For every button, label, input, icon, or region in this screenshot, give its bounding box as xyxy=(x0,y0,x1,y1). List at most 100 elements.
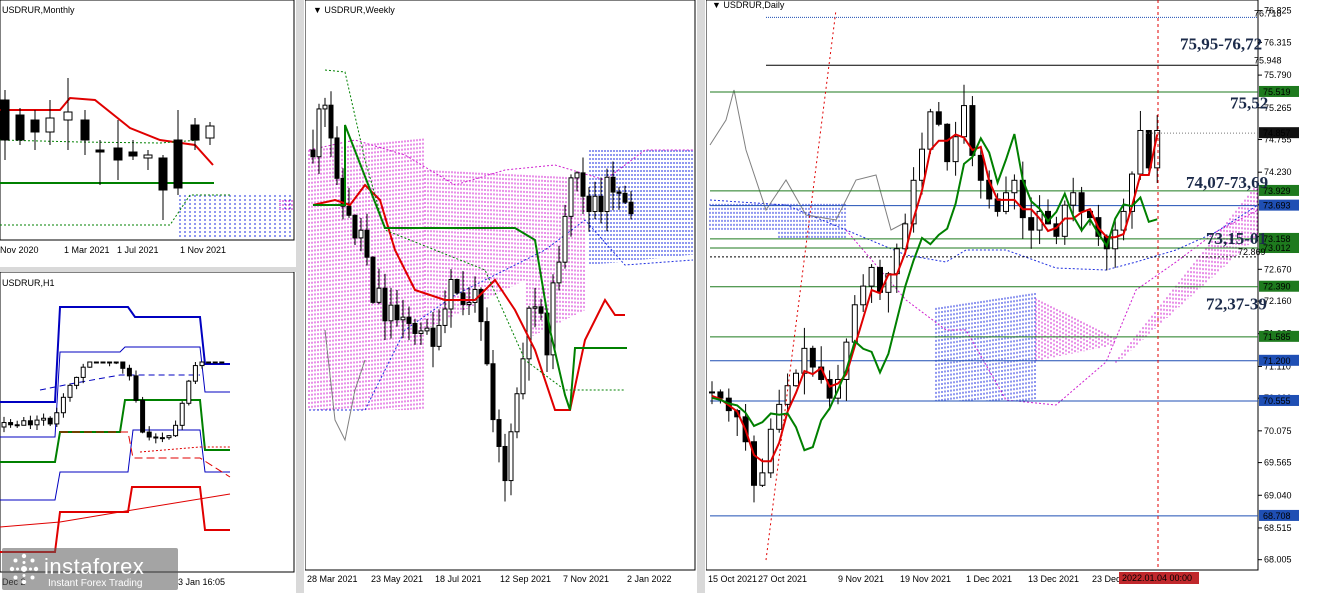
h1-chart-title: USDRUR,H1 xyxy=(2,278,55,288)
monthly-candle xyxy=(63,111,73,121)
monthly-candle xyxy=(205,125,215,139)
daily-price-box-label-73.693: 73.693 xyxy=(1263,201,1291,211)
h1-candle xyxy=(166,435,172,439)
weekly-candle xyxy=(430,327,436,347)
daily-candle xyxy=(1070,192,1077,206)
instaforex-logo-icon xyxy=(9,553,39,585)
daily-candle xyxy=(784,385,791,405)
daily-x-label: 15 Oct 2021 xyxy=(708,574,757,584)
monthly-candle xyxy=(113,147,123,161)
weekly-candle xyxy=(496,419,502,447)
weekly-chart-title-text: USDRUR,Weekly xyxy=(324,5,395,15)
h1-candle xyxy=(1,422,7,428)
daily-candle xyxy=(977,154,984,181)
weekly-candle xyxy=(406,316,412,324)
h1-candle xyxy=(120,361,126,369)
daily-candle xyxy=(1078,192,1085,212)
daily-candle xyxy=(793,372,799,387)
h1-candle xyxy=(126,367,132,377)
weekly-candle xyxy=(604,176,610,213)
h1-candle xyxy=(146,431,152,438)
weekly-candle xyxy=(352,214,358,239)
daily-price-box-label-74.857: 74.857 xyxy=(1263,128,1291,138)
daily-x-label: 23 Dec xyxy=(1092,574,1121,584)
weekly-candle xyxy=(484,321,490,365)
weekly-candle xyxy=(562,215,568,263)
daily-chart-panel[interactable]: 76.82576.31575.79075.26574.75574.23073.7… xyxy=(706,0,1323,593)
monthly-candle xyxy=(143,154,153,159)
h1-candle xyxy=(212,361,218,364)
daily-candle xyxy=(1003,192,1009,212)
weekly-candle xyxy=(592,195,598,213)
weekly-candle xyxy=(322,104,328,110)
weekly-candle xyxy=(382,287,388,322)
weekly-candle xyxy=(412,322,418,334)
monthly-chart-panel[interactable]: Nov 2020 1 Mar 2021 1 Jul 2021 1 Nov 2021 U… xyxy=(0,0,295,267)
instaforex-logo-text: instaforex xyxy=(44,554,145,579)
monthly-x-label: 1 Nov 2021 xyxy=(180,245,226,255)
weekly-chart: 28 Mar 2021 23 May 2021 18 Jul 2021 12 Sep … xyxy=(305,0,696,584)
daily-candle xyxy=(919,148,925,181)
weekly-candle xyxy=(376,287,382,303)
weekly-candle xyxy=(598,195,604,213)
monthly-candle xyxy=(45,117,55,133)
h1-candle xyxy=(179,402,185,426)
daily-price-box-label-71.200: 71.200 xyxy=(1263,356,1291,366)
daily-candle xyxy=(935,111,942,125)
daily-x-label: 27 Oct 2021 xyxy=(758,574,807,584)
daily-x-label: 19 Nov 2021 xyxy=(900,574,951,584)
weekly-candle xyxy=(502,445,508,482)
weekly-x-label: 7 Nov 2021 xyxy=(563,574,609,584)
daily-price-box-label-70.555: 70.555 xyxy=(1263,396,1291,406)
weekly-candle xyxy=(556,261,562,284)
h1-candle xyxy=(54,412,60,425)
h1-candle xyxy=(93,361,99,364)
panel-separator-middle[interactable] xyxy=(697,0,705,593)
daily-level-annotation-2: 74,07-73,69 xyxy=(1186,173,1268,192)
weekly-candle xyxy=(616,191,622,194)
h1-chart-panel[interactable]: Dec 23 Jan 16:05 USDRUR,H1 xyxy=(0,272,295,590)
panel-separator-left[interactable] xyxy=(296,0,304,593)
monthly-chart: Nov 2020 1 Mar 2021 1 Jul 2021 1 Nov 2021 xyxy=(0,0,295,255)
daily-candle xyxy=(851,304,858,343)
weekly-candle xyxy=(442,308,448,326)
weekly-candle xyxy=(460,292,466,305)
weekly-candle xyxy=(310,149,316,158)
h1-candle xyxy=(60,396,66,414)
daily-y-tick-label: 70.075 xyxy=(1264,426,1292,436)
monthly-candle xyxy=(158,157,168,191)
h1-candle xyxy=(206,361,212,364)
h1-candle xyxy=(8,422,14,426)
weekly-candle xyxy=(388,304,394,322)
h1-candle xyxy=(173,424,179,437)
weekly-x-label: 18 Jul 2021 xyxy=(435,574,482,584)
monthly-candle xyxy=(15,114,25,141)
weekly-candle xyxy=(334,137,340,179)
daily-candle xyxy=(776,403,783,430)
daily-candle xyxy=(1137,129,1144,175)
weekly-chart-panel[interactable]: 28 Mar 2021 23 May 2021 18 Jul 2021 12 Sep … xyxy=(305,0,696,590)
monthly-candle xyxy=(0,99,10,141)
weekly-candle xyxy=(328,104,334,139)
h1-candle xyxy=(140,399,146,433)
h1-candle xyxy=(87,361,93,368)
daily-candle xyxy=(927,111,934,150)
daily-candle xyxy=(952,136,959,163)
h1-candle xyxy=(159,437,165,440)
weekly-chart-title: ▼ USDRUR,Weekly xyxy=(313,5,395,15)
monthly-x-label: Nov 2020 xyxy=(0,245,39,255)
daily-level-annotation-0: 75,95-76,72 xyxy=(1180,34,1262,53)
h1-candle xyxy=(47,417,53,425)
panel-separator-horizontal[interactable] xyxy=(0,267,296,272)
weekly-candle xyxy=(316,108,322,158)
daily-level-label-75.948: 75.948 xyxy=(1254,55,1282,65)
h1-candle xyxy=(186,380,192,404)
daily-candle xyxy=(759,472,766,486)
weekly-x-label: 2 Jan 2022 xyxy=(627,574,672,584)
daily-candle xyxy=(1112,229,1119,250)
weekly-candle xyxy=(538,306,544,314)
weekly-candle xyxy=(436,324,442,347)
daily-x-label: 9 Nov 2021 xyxy=(838,574,884,584)
h1-candle xyxy=(34,419,40,426)
daily-price-box-label-68.708: 68.708 xyxy=(1263,511,1291,521)
